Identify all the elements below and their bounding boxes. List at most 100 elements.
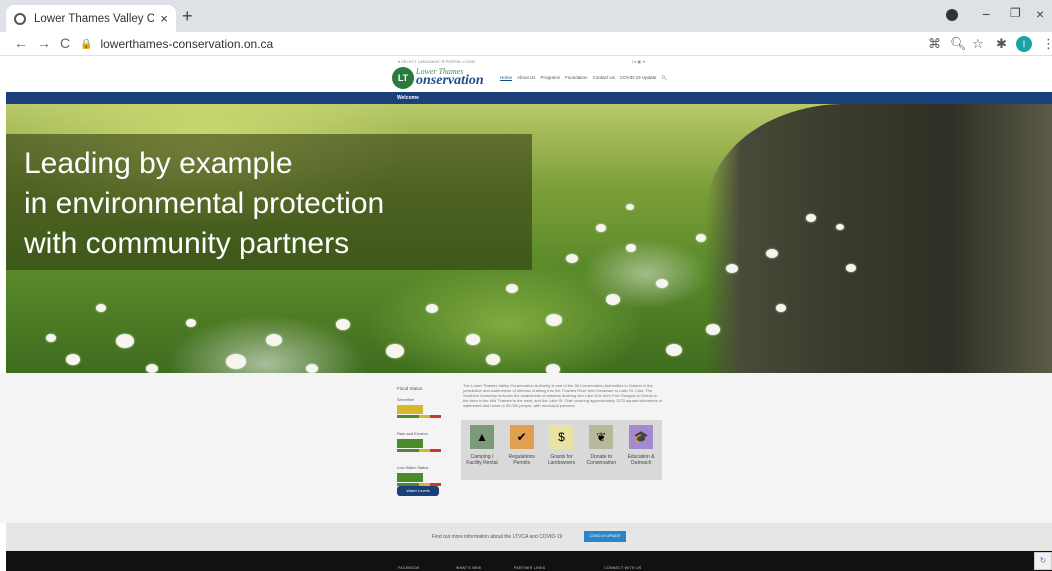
flower-shape	[606, 294, 620, 305]
footer-connect[interactable]: CONNECT WITH US	[604, 566, 642, 570]
status-rain-label: Rain and Erosion	[397, 431, 428, 436]
qr-code-icon[interactable]: ⌘	[928, 36, 941, 52]
covid-banner: Find out more information about the LTVC…	[6, 523, 1052, 551]
window-restore-button[interactable]: ❐	[1010, 6, 1021, 20]
flower-shape	[336, 319, 350, 330]
nav-search-icon[interactable]: 🔍︎	[661, 75, 667, 81]
nav-programs[interactable]: Programs	[541, 75, 561, 81]
bookmark-star-icon[interactable]: ☆	[972, 36, 984, 52]
tile-camping[interactable]: ▲ Camping / Facility Rental	[465, 425, 499, 475]
section-title: Welcome	[397, 95, 419, 101]
profile-avatar[interactable]: I	[1016, 36, 1032, 52]
extensions-icon[interactable]: ✱	[996, 36, 1007, 52]
graduation-cap-icon: 🎓	[629, 425, 654, 449]
leaf-icon: ❦	[589, 425, 614, 449]
web-page: ▾ SELECT LANGUAGE ☰ PORTAL LOGIN f ▾ ▣ ⊕…	[0, 57, 1052, 571]
reload-button[interactable]: C	[60, 35, 70, 51]
section-bar: Welcome	[6, 92, 1052, 104]
tile-grants[interactable]: $ Grants for Landowners	[545, 425, 579, 475]
flower-shape	[116, 334, 134, 348]
tab-title: Lower Thames Valley Conservati	[34, 12, 155, 25]
nav-foundation[interactable]: Foundation	[565, 75, 588, 81]
flower-shape	[836, 224, 844, 230]
headline-line-3: with community partners	[24, 227, 350, 260]
flower-shape	[546, 314, 562, 326]
tile-donate[interactable]: ❦ Donate to Conservation	[584, 425, 618, 475]
record-icon[interactable]	[946, 9, 958, 21]
flower-shape	[146, 364, 158, 373]
covid-update-button[interactable]: COVID-19 UPDATE	[584, 531, 626, 542]
flower-shape	[486, 354, 500, 365]
nav-contact[interactable]: Contact Us	[593, 75, 615, 81]
flower-shape	[66, 354, 80, 365]
flower-shape	[566, 254, 578, 263]
status-shoreline-label: Shoreline	[397, 397, 414, 402]
browser-tab[interactable]: Lower Thames Valley Conservati ×	[6, 5, 176, 32]
clipboard-check-icon: ✔	[509, 425, 534, 449]
top-utility-strip: ▾ SELECT LANGUAGE ☰ PORTAL LOGIN f ▾ ▣ ⊕	[0, 57, 1052, 65]
footer-partner-links[interactable]: PARTNER LINKS	[514, 566, 545, 570]
language-portal-links[interactable]: ▾ SELECT LANGUAGE ☰ PORTAL LOGIN	[398, 59, 475, 64]
nav-covid[interactable]: COVID-19 Update	[620, 75, 657, 81]
site-footer: FACEBOOK WHAT'S NEW PARTNER LINKS CONNEC…	[6, 551, 1052, 571]
flower-shape	[546, 364, 560, 373]
logo-line2: onservation	[416, 73, 484, 89]
site-logo[interactable]: LT Lower Thames onservation	[392, 67, 484, 89]
nav-home[interactable]: Home	[500, 75, 512, 81]
logo-mark-icon: LT	[392, 67, 414, 89]
url-text: lowerthames-conservation.on.ca	[100, 37, 274, 51]
flower-shape	[766, 249, 778, 258]
hero-headline: Leading by example in environmental prot…	[24, 144, 384, 264]
program-tiles: ▲ Camping / Facility Rental ✔ Regulation…	[461, 420, 662, 480]
flower-shape	[806, 214, 816, 222]
flower-shape	[626, 204, 634, 210]
flower-shape	[506, 284, 518, 293]
rain-erosion-gauge[interactable]	[397, 439, 441, 453]
new-tab-button[interactable]: +	[182, 6, 193, 27]
flower-shape	[266, 334, 282, 346]
tile-regulations[interactable]: ✔ Regulations Permits	[505, 425, 539, 475]
low-water-gauge[interactable]	[397, 473, 441, 487]
main-navigation: Home About Us Programs Foundation Contac…	[500, 75, 667, 81]
flower-shape	[96, 304, 106, 312]
flower-shape	[386, 344, 404, 358]
tab-close-icon[interactable]: ×	[160, 11, 168, 26]
footer-whats-new[interactable]: WHAT'S NEW	[456, 566, 481, 570]
hero-banner: Leading by example in environmental prot…	[6, 104, 1052, 373]
flower-shape	[596, 224, 606, 232]
footer-facebook[interactable]: FACEBOOK	[398, 566, 420, 570]
menu-kebab-icon[interactable]: ⋮	[1042, 36, 1052, 52]
social-icons[interactable]: f ▾ ▣ ⊕	[632, 59, 646, 64]
flower-shape	[706, 324, 720, 335]
water-levels-button[interactable]: Water Levels	[397, 486, 439, 496]
tree-trunk-image	[706, 104, 1052, 373]
back-button[interactable]: ←	[14, 35, 28, 51]
money-bag-icon: $	[549, 425, 574, 449]
content-section: Flood Status Shoreline Rain and Erosion …	[0, 373, 1052, 523]
flower-shape	[726, 264, 738, 273]
window-minimize-button[interactable]: −	[982, 6, 990, 22]
shoreline-gauge[interactable]	[397, 405, 441, 419]
flower-shape	[426, 304, 438, 313]
window-close-button[interactable]: ×	[1036, 6, 1044, 22]
tile-education[interactable]: 🎓 Education & Outreach	[624, 425, 658, 475]
tent-icon: ▲	[469, 425, 494, 449]
river-status-panel: Flood Status Shoreline Rain and Erosion …	[397, 386, 457, 499]
covid-message: Find out more information about the LTVC…	[432, 534, 563, 540]
flower-shape	[666, 344, 682, 356]
flower-shape	[846, 264, 856, 272]
flower-shape	[626, 244, 636, 252]
flower-shape	[696, 234, 706, 242]
intro-paragraph: The Lower Thames Valley Conservation Aut…	[463, 383, 663, 408]
forward-button[interactable]: →	[37, 35, 51, 51]
tile-label: Education & Outreach	[627, 454, 655, 466]
lock-icon: 🔒	[80, 38, 93, 50]
address-bar[interactable]: 🔒 lowerthames-conservation.on.ca	[80, 34, 920, 54]
nav-about[interactable]: About Us	[517, 75, 536, 81]
browser-toolbar: ← → C 🔒 lowerthames-conservation.on.ca ⌘…	[0, 32, 1052, 56]
flower-shape	[46, 334, 56, 342]
tile-label: Donate to Conservation	[586, 454, 617, 466]
recaptcha-badge-icon[interactable]: ↻	[1034, 552, 1052, 570]
tile-label: Grants for Landowners	[547, 454, 576, 466]
zoom-icon[interactable]: 🔍︎	[950, 36, 967, 52]
